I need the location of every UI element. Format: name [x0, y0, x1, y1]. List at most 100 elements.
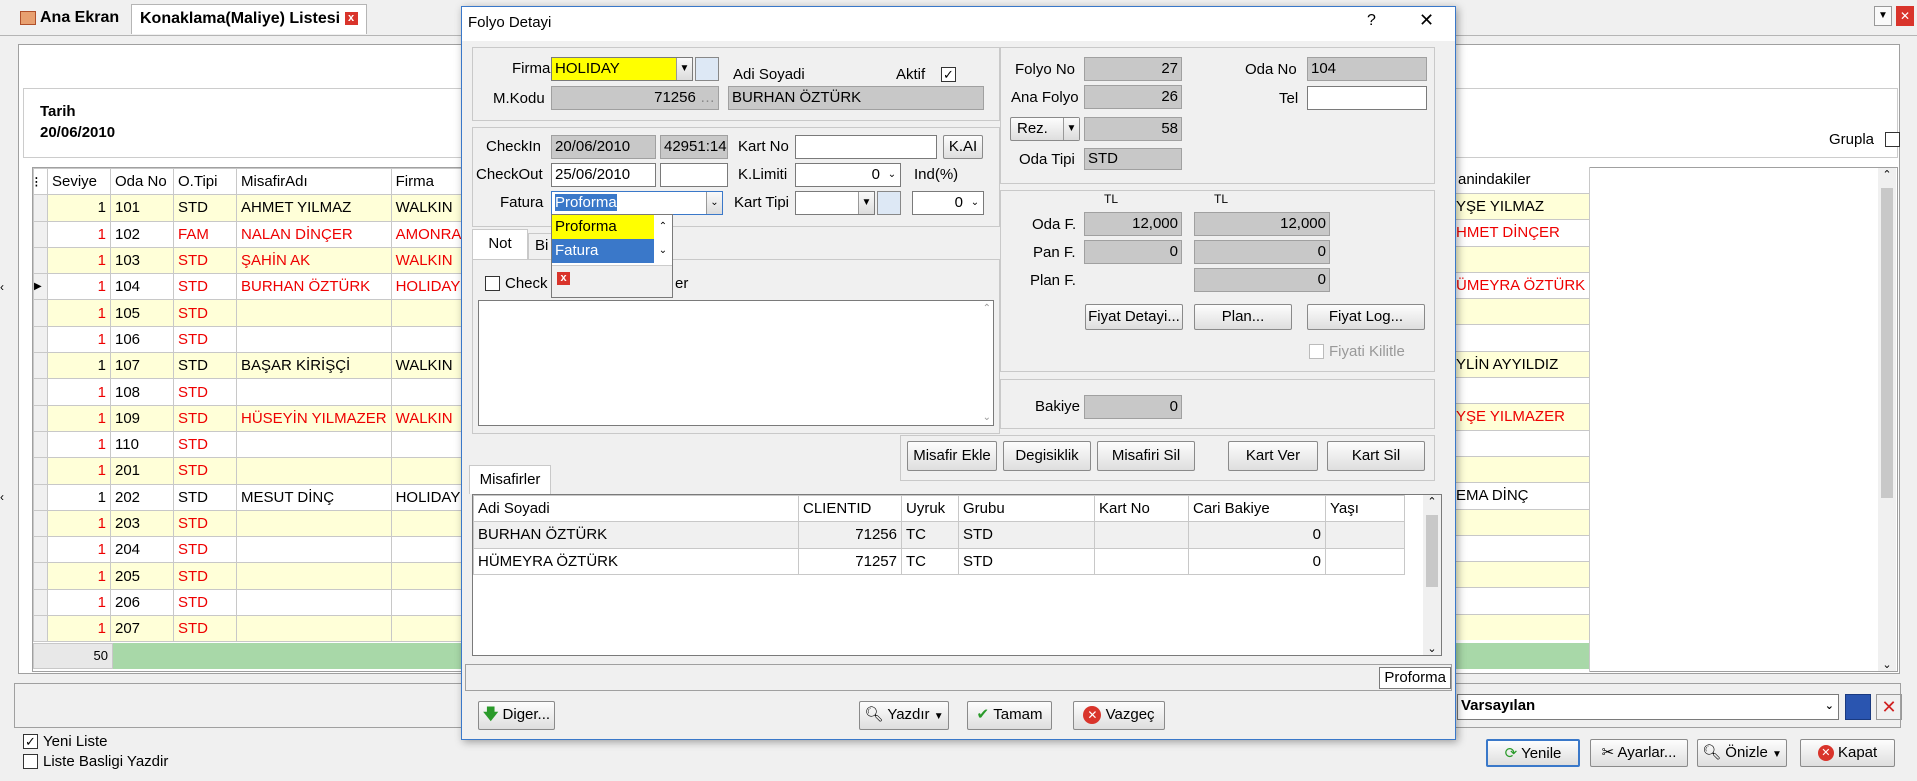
guest-row[interactable]: HÜMEYRA ÖZTÜRK 71257 TC STD 0 [473, 547, 1405, 575]
guest-col-caribakiye[interactable]: Cari Bakiye [1188, 495, 1326, 523]
tamam-button[interactable]: ✔ Tamam [967, 701, 1052, 730]
cell-firma [390, 299, 467, 327]
odaf-field-2: 12,000 [1194, 212, 1330, 236]
chevron-down-icon: ▼ [676, 58, 692, 80]
table-row[interactable]: 1 106 STD [33, 325, 467, 354]
cell-seviye: 1 [47, 325, 111, 354]
col-firma[interactable]: Firma [390, 168, 467, 196]
col-seviye[interactable]: Seviye [47, 168, 111, 196]
close-dialog-button[interactable]: ✕ [1419, 10, 1434, 31]
guest-row[interactable]: BURHAN ÖZTÜRK 71256 TC STD 0 [473, 521, 1405, 549]
yeni-liste-checkbox[interactable]: ✓ [23, 734, 38, 749]
liste-basligi-checkbox[interactable] [23, 754, 38, 769]
tel-field[interactable] [1307, 86, 1427, 110]
checkout-time-field[interactable] [660, 163, 728, 187]
odatipi-select[interactable]: STD [1084, 148, 1182, 170]
tab-misafirler[interactable]: Misafirler [469, 465, 551, 494]
tab-konaklama-listesi[interactable]: Konaklama(Maliye) Listesi x [131, 4, 367, 34]
firma-select[interactable]: HOLIDAY ▼ [551, 57, 693, 81]
col-otipi[interactable]: O.Tipi [173, 168, 237, 196]
col-yanindakiler[interactable]: anindakiler [1456, 167, 1589, 193]
guest-col-kartno[interactable]: Kart No [1094, 495, 1189, 523]
karttipi-search-icon[interactable] [877, 191, 901, 215]
kapat-button[interactable]: ✕ Kapat [1800, 739, 1895, 767]
table-row[interactable]: 1 204 STD [33, 536, 467, 564]
ayarlar-button[interactable]: ✂ Ayarlar... [1590, 739, 1688, 767]
misafir-ekle-button[interactable]: Misafir Ekle [907, 441, 997, 471]
dropdown-scrollbar[interactable]: ⌃ ⌄ [655, 215, 671, 263]
firma-search-icon[interactable] [695, 57, 719, 81]
fiyat-log-button[interactable]: Fiyat Log... [1307, 304, 1425, 330]
klimiti-select[interactable]: 0 ⌄ [795, 163, 901, 187]
guest-scrollbar[interactable]: ⌃ ⌄ [1423, 495, 1441, 655]
guest-col-name[interactable]: Adi Soyadi [473, 495, 799, 523]
kartno-field[interactable] [795, 135, 937, 159]
table-row[interactable]: 1 101 STD AHMET YILMAZ WALKIN [33, 194, 467, 222]
tab-list-dropdown[interactable]: ▼ [1874, 6, 1892, 26]
degisiklik-button[interactable]: Degisiklik [1003, 441, 1091, 471]
plan-button[interactable]: Plan... [1194, 304, 1292, 330]
table-row[interactable]: 1 102 FAM NALAN DİNÇER AMONRA [33, 220, 467, 248]
col-odano[interactable]: Oda No [110, 168, 174, 196]
table-row[interactable]: 1 109 STD HÜSEYİN YILMAZER WALKIN [33, 404, 467, 432]
fiyat-detayi-button[interactable]: Fiyat Detayi... [1085, 304, 1183, 330]
fatura-option-proforma[interactable]: Proforma [552, 215, 654, 239]
col-misafiradi[interactable]: MisafirAdı [236, 168, 392, 196]
cell-seviye: 1 [47, 588, 111, 617]
yazdir-button[interactable]: 🔍︎ Yazdır ▼ [859, 701, 949, 730]
table-row[interactable]: 1 207 STD [33, 615, 467, 643]
grid-scroll-thumb[interactable] [1881, 188, 1893, 498]
table-row[interactable]: 1 108 STD [33, 378, 467, 406]
table-row[interactable]: 1 205 STD [33, 562, 467, 590]
table-row[interactable]: 1 201 STD [33, 457, 467, 485]
tab-ana-ekran[interactable]: Ana Ekran [12, 4, 127, 34]
guest-col-clientid[interactable]: CLIENTID [798, 495, 902, 523]
grid-scrollbar[interactable]: ⌃ ⌄ [1878, 168, 1896, 671]
check-checkbox[interactable] [485, 276, 500, 291]
kart-sil-button[interactable]: Kart Sil [1327, 441, 1425, 471]
fatura-option-fatura[interactable]: Fatura [552, 239, 654, 263]
table-row[interactable]: 1 103 STD ŞAHİN AK WALKIN [33, 246, 467, 275]
aktif-checkbox[interactable]: ✓ [941, 67, 956, 82]
tab-not[interactable]: Not [472, 229, 528, 259]
checkin-time-field[interactable]: 42951:14 [660, 135, 728, 159]
rez-button[interactable]: Rez. ▼ [1010, 117, 1080, 141]
guest-col-grubu[interactable]: Grubu [958, 495, 1095, 523]
table-row[interactable]: 1 206 STD [33, 588, 467, 617]
table-row[interactable]: 1 107 STD BAŞAR KİRİŞÇİ WALKIN [33, 352, 467, 380]
checkout-field[interactable]: 25/06/2010 [551, 163, 656, 187]
misafiri-sil-button[interactable]: Misafiri Sil [1097, 441, 1195, 471]
checkin-field[interactable]: 20/06/2010 [551, 135, 656, 159]
clear-icon[interactable]: x [557, 272, 570, 285]
karttipi-select[interactable]: ▼ [795, 191, 875, 215]
table-row[interactable]: 1 105 STD [33, 299, 467, 327]
fatura-select[interactable]: Proforma ⌄ [551, 191, 723, 215]
table-row[interactable]: ▶ 1 104 STD BURHAN ÖZTÜRK HOLIDAY [33, 273, 467, 301]
group-checkbox[interactable] [1885, 132, 1900, 147]
ind-select[interactable]: 0 ⌄ [912, 191, 984, 215]
table-row[interactable]: 1 202 STD MESUT DİNÇ HOLIDAY [33, 483, 467, 511]
cell-otipi: STD [173, 273, 237, 301]
not-textarea[interactable]: ⌃ ⌄ [478, 300, 994, 426]
kai-button[interactable]: K.AI [943, 135, 983, 159]
cell-yanindakiler [1456, 534, 1589, 561]
guest-col-uyruk[interactable]: Uyruk [901, 495, 959, 523]
fiyati-kilitle-checkbox[interactable] [1309, 344, 1324, 359]
guest-col-yasi[interactable]: Yaşı [1325, 495, 1405, 523]
close-all-icon[interactable]: ✕ [1896, 6, 1914, 26]
help-button[interactable]: ? [1367, 12, 1376, 30]
kart-ver-button[interactable]: Kart Ver [1228, 441, 1318, 471]
layout-select[interactable]: Varsayılan ⌄ [1457, 694, 1839, 720]
delete-layout-icon[interactable]: ✕ [1876, 694, 1902, 720]
cell-seviye: 1 [47, 615, 111, 643]
vazgec-button[interactable]: ✕ Vazgeç [1073, 701, 1165, 730]
table-row[interactable]: 1 110 STD [33, 430, 467, 459]
table-row[interactable]: 1 203 STD [33, 509, 467, 538]
row-indicator [33, 404, 48, 432]
diger-button[interactable]: 🡇 Diger... [478, 701, 555, 730]
save-layout-icon[interactable] [1845, 694, 1871, 720]
guest-scroll-thumb[interactable] [1426, 515, 1438, 587]
onizle-button[interactable]: 🔍︎ Önizle ▼ [1697, 739, 1787, 767]
yenile-button[interactable]: ⟳ Yenile [1486, 739, 1580, 767]
close-tab-icon[interactable]: x [344, 12, 358, 26]
